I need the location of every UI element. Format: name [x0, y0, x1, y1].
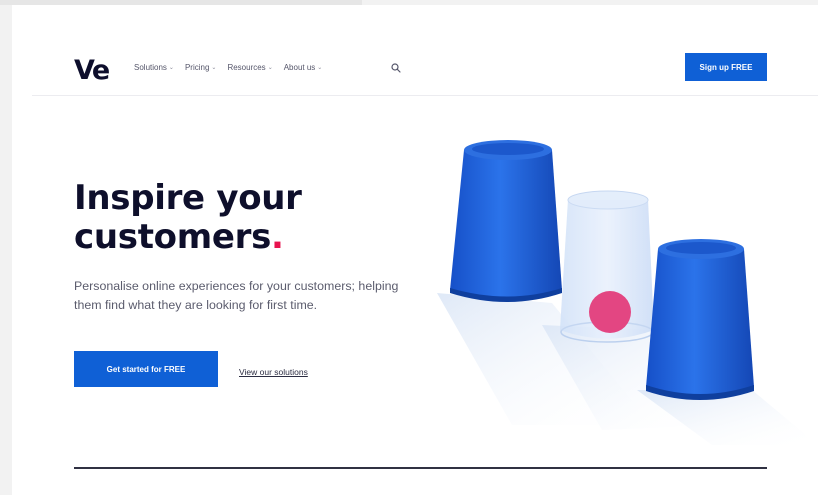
- menu-item-pricing[interactable]: Pricing ⌄: [185, 63, 216, 72]
- menu-item-about-us[interactable]: About us ⌄: [284, 63, 323, 72]
- blue-cup-left: [450, 140, 562, 302]
- nav-divider: [32, 95, 818, 96]
- sign-up-button[interactable]: Sign up FREE: [685, 53, 767, 81]
- menu-item-label: About us: [283, 63, 316, 72]
- landing-page: Ve Solutions ⌄ Pricing ⌄ Resources ⌄ Abo…: [12, 5, 818, 495]
- hero-headline: Inspire your customers.: [74, 179, 302, 257]
- headline-line-1: Inspire your: [74, 178, 302, 218]
- logo[interactable]: Ve: [74, 57, 110, 84]
- menu-item-label: Pricing: [184, 63, 210, 72]
- headline-accent-dot: .: [271, 217, 284, 257]
- view-solutions-link[interactable]: View our solutions: [239, 367, 308, 377]
- main-menu: Solutions ⌄ Pricing ⌄ Resources ⌄ About …: [134, 63, 322, 72]
- menu-item-label: Resources: [227, 63, 266, 72]
- headline-line-2: customers: [74, 217, 272, 257]
- blue-cup-right: [646, 239, 754, 400]
- get-started-button[interactable]: Get started for FREE: [74, 351, 218, 387]
- chevron-down-icon: ⌄: [317, 65, 323, 71]
- chevron-down-icon: ⌄: [211, 65, 217, 71]
- chevron-down-icon: ⌄: [267, 65, 273, 71]
- top-navigation: Ve Solutions ⌄ Pricing ⌄ Resources ⌄ Abo…: [12, 5, 818, 97]
- section-divider: [74, 467, 767, 469]
- cups-illustration: [437, 140, 818, 445]
- clear-cup: [560, 190, 654, 343]
- hero-subtext: Personalise online experiences for your …: [74, 279, 399, 312]
- menu-item-label: Solutions: [134, 63, 167, 72]
- search-icon[interactable]: [391, 63, 401, 73]
- chevron-down-icon: ⌄: [168, 65, 174, 71]
- menu-item-resources[interactable]: Resources ⌄: [227, 63, 272, 72]
- menu-item-solutions[interactable]: Solutions ⌄: [134, 63, 174, 72]
